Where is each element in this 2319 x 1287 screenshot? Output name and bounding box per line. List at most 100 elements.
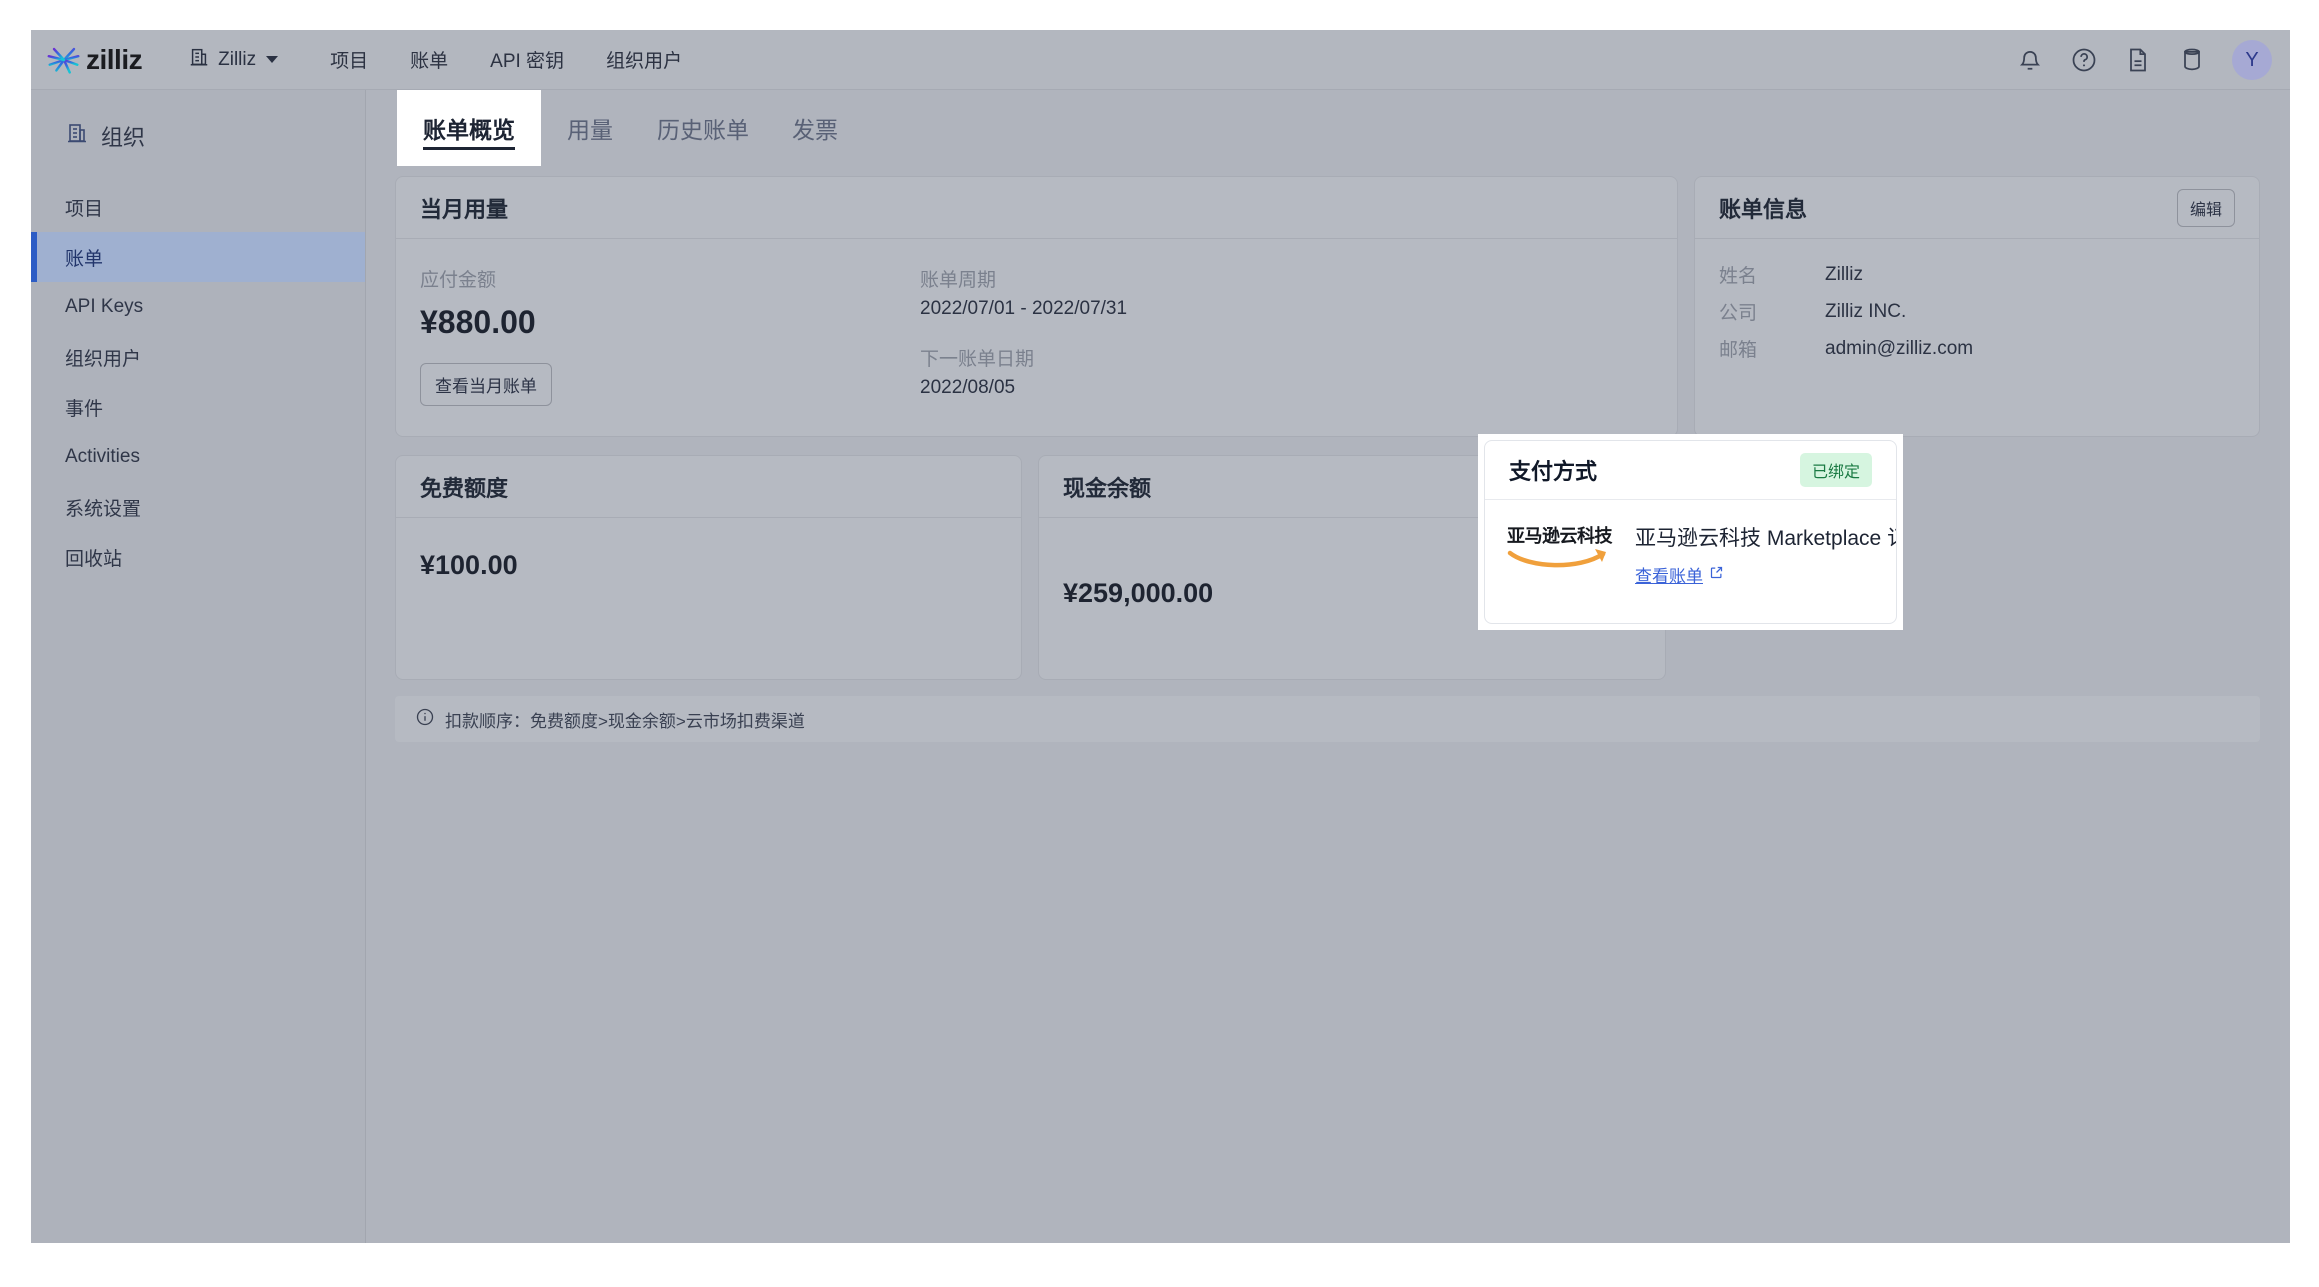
- top-bar-actions: Y: [2016, 30, 2272, 90]
- sidebar: 组织 项目 账单 API Keys 组织用户 事件 Activities 系统设…: [31, 90, 366, 1243]
- top-nav-item-org-users[interactable]: 组织用户: [606, 46, 682, 73]
- billing-info-row: 公司 Zilliz INC.: [1719, 298, 2235, 325]
- edit-billing-info-button[interactable]: 编辑: [2177, 189, 2235, 227]
- top-nav: 项目 账单 API 密钥 组织用户: [330, 46, 682, 73]
- field-value: Zilliz INC.: [1825, 301, 1906, 323]
- sidebar-item-projects[interactable]: 项目: [31, 182, 365, 232]
- zilliz-starburst-icon: [45, 41, 83, 79]
- next-bill-date-value: 2022/08/05: [920, 377, 1127, 399]
- aws-smile-icon: [1507, 548, 1615, 570]
- tab-active-underline: [423, 147, 515, 150]
- tab-bar: 账单概览 用量 历史账单 发票: [367, 90, 2290, 166]
- cash-balance-amount: ¥259,000.00: [1063, 578, 1213, 609]
- payable-label: 应付金额: [420, 265, 920, 292]
- card-title: 免费额度: [420, 471, 508, 503]
- deduction-order-text: 扣款顺序：免费额度>现金余额>云市场扣费渠道: [445, 707, 805, 732]
- sidebar-item-org-users[interactable]: 组织用户: [31, 332, 365, 382]
- aws-logo-text: 亚马逊云科技: [1507, 522, 1619, 548]
- payment-provider-name: 亚马逊云科技 Marketplace 订阅: [1635, 522, 1897, 552]
- next-bill-date-label: 下一账单日期: [920, 344, 1127, 371]
- sidebar-item-label: Activities: [65, 446, 140, 468]
- usage-card-body: 应付金额 ¥880.00 查看当月账单 账单周期 2022/07/01 - 20…: [396, 239, 1677, 436]
- help-circle-icon[interactable]: [2070, 46, 2098, 74]
- tab-history-bills[interactable]: 历史账单: [657, 90, 749, 166]
- top-nav-item-api-keys[interactable]: API 密钥: [490, 46, 564, 73]
- sidebar-item-label: API Keys: [65, 296, 143, 318]
- billing-info-row: 邮箱 admin@zilliz.com: [1719, 335, 2235, 362]
- external-link-icon: [1709, 565, 1724, 585]
- sidebar-header-label: 组织: [101, 120, 145, 152]
- card-title: 支付方式: [1509, 454, 1597, 486]
- payment-method-card: 支付方式 已绑定 亚马逊云科技 亚马逊云科技 Marketplace: [1484, 440, 1897, 624]
- sidebar-item-label: 系统设置: [65, 494, 141, 521]
- free-quota-amount: ¥100.00: [396, 518, 1021, 581]
- card-title: 现金余额: [1063, 471, 1151, 503]
- tab-label: 账单概览: [423, 111, 515, 145]
- tab-invoices[interactable]: 发票: [792, 90, 838, 166]
- cards-row-bottom: 免费额度 ¥100.00 现金余额 预警 开 ¥259,000.00: [395, 455, 2260, 680]
- free-quota-card: 免费额度 ¥100.00: [395, 455, 1022, 680]
- field-label: 邮箱: [1719, 335, 1825, 362]
- tab-label: 用量: [567, 111, 613, 145]
- aws-marketplace-logo: 亚马逊云科技: [1507, 522, 1619, 575]
- view-current-bill-button[interactable]: 查看当月账单: [420, 363, 552, 406]
- payment-method-highlight: 支付方式 已绑定 亚马逊云科技 亚马逊云科技 Marketplace: [1478, 434, 1903, 630]
- field-label: 姓名: [1719, 261, 1825, 288]
- document-icon[interactable]: [2124, 46, 2152, 74]
- tab-label: 发票: [792, 111, 838, 145]
- payable-column: 应付金额 ¥880.00 查看当月账单: [420, 265, 920, 406]
- status-badge: 已绑定: [1800, 453, 1872, 487]
- avatar[interactable]: Y: [2232, 40, 2272, 80]
- database-icon[interactable]: [2178, 46, 2206, 74]
- sidebar-item-label: 事件: [65, 394, 103, 421]
- sidebar-item-billing[interactable]: 账单: [31, 232, 365, 282]
- field-value: admin@zilliz.com: [1825, 338, 1973, 360]
- organization-building-icon: [188, 46, 210, 74]
- card-title: 账单信息: [1719, 192, 1807, 224]
- sidebar-header: 组织: [31, 90, 365, 152]
- current-month-usage-card: 当月用量 应付金额 ¥880.00 查看当月账单 账单周期 2022/07/01…: [395, 176, 1678, 437]
- sidebar-nav: 项目 账单 API Keys 组织用户 事件 Activities 系统设置 回…: [31, 182, 365, 582]
- sidebar-item-label: 账单: [65, 244, 103, 271]
- chevron-down-icon: [266, 56, 278, 63]
- brand-wordmark: zilliz: [86, 44, 142, 76]
- card-title: 当月用量: [420, 192, 508, 224]
- card-header: 当月用量: [396, 177, 1677, 239]
- tab-usage[interactable]: 用量: [567, 90, 613, 166]
- billing-info-card: 账单信息 编辑 姓名 Zilliz 公司 Zilliz INC.: [1694, 176, 2260, 437]
- billing-cycle-label: 账单周期: [920, 265, 1127, 292]
- top-nav-item-billing[interactable]: 账单: [410, 46, 448, 73]
- view-bill-link[interactable]: 查看账单: [1635, 562, 1724, 587]
- billing-info-body: 姓名 Zilliz 公司 Zilliz INC. 邮箱 admin@zilliz…: [1695, 239, 2259, 396]
- view-bill-link-label: 查看账单: [1635, 562, 1703, 587]
- tab-billing-overview[interactable]: 账单概览: [397, 90, 541, 166]
- info-circle-icon: [415, 707, 435, 732]
- payment-method-body: 亚马逊云科技 亚马逊云科技 Marketplace 订阅 查看账单: [1485, 500, 1896, 587]
- payment-method-details: 亚马逊云科技 Marketplace 订阅 查看账单: [1635, 522, 1897, 587]
- sidebar-item-label: 回收站: [65, 544, 122, 571]
- sidebar-item-label: 组织用户: [65, 344, 141, 371]
- payable-amount: ¥880.00: [420, 304, 920, 341]
- field-label: 公司: [1719, 298, 1825, 325]
- brand-logo[interactable]: zilliz: [45, 41, 142, 79]
- deduction-order-note: 扣款顺序：免费额度>现金余额>云市场扣费渠道: [395, 696, 2260, 742]
- card-header: 支付方式 已绑定: [1485, 441, 1896, 500]
- sidebar-item-api-keys[interactable]: API Keys: [31, 282, 365, 332]
- sidebar-item-recycle-bin[interactable]: 回收站: [31, 532, 365, 582]
- bell-icon[interactable]: [2016, 46, 2044, 74]
- card-header: 免费额度: [396, 456, 1021, 518]
- sidebar-item-label: 项目: [65, 194, 103, 221]
- organization-building-icon: [65, 121, 89, 151]
- sidebar-item-activities[interactable]: Activities: [31, 432, 365, 482]
- org-switcher-label: Zilliz: [218, 49, 256, 71]
- org-switcher[interactable]: Zilliz: [188, 46, 278, 74]
- main-content: 账单概览 用量 历史账单 发票 当月用量: [367, 90, 2290, 1243]
- top-bar: zilliz Zilliz 项目 账单 API 密钥 组织用户: [31, 30, 2290, 90]
- tab-label: 历史账单: [657, 111, 749, 145]
- billing-info-row: 姓名 Zilliz: [1719, 261, 2235, 288]
- sidebar-item-system-settings[interactable]: 系统设置: [31, 482, 365, 532]
- top-nav-item-projects[interactable]: 项目: [330, 46, 368, 73]
- card-header: 账单信息 编辑: [1695, 177, 2259, 239]
- sidebar-item-events[interactable]: 事件: [31, 382, 365, 432]
- cycle-column: 账单周期 2022/07/01 - 2022/07/31 下一账单日期 2022…: [920, 265, 1127, 406]
